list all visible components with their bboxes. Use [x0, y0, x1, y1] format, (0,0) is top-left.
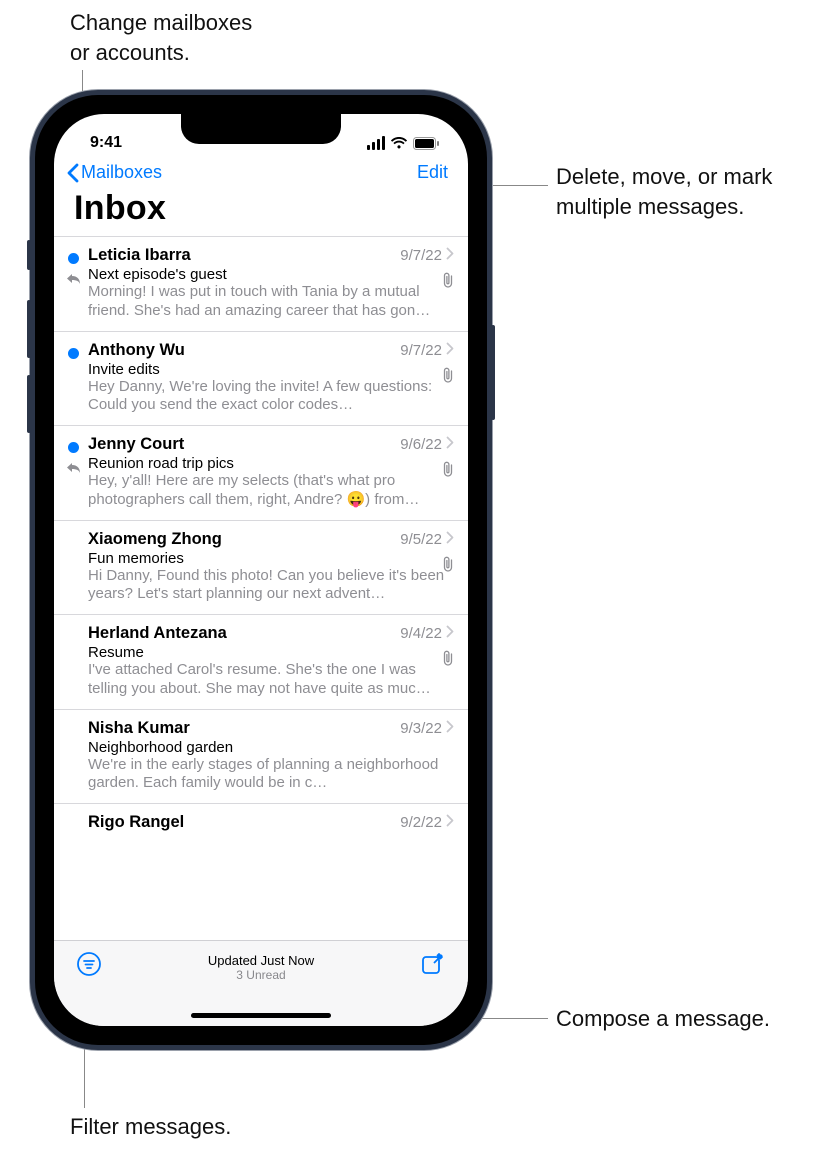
status-time: 9:41: [90, 134, 122, 152]
chevron-right-icon: [446, 814, 454, 831]
toolbar-status: Updated Just Now 3 Unread: [208, 953, 314, 982]
unread-count: 3 Unread: [236, 968, 285, 982]
attachment-icon: [442, 650, 454, 671]
subject: Fun memories: [88, 550, 454, 567]
chevron-right-icon: [446, 247, 454, 264]
subject: Next episode's guest: [88, 266, 454, 283]
message-row[interactable]: Jenny Court 9/6/22 Reunion road trip picsH…: [54, 426, 468, 521]
mailboxes-back-button[interactable]: Mailboxes: [66, 162, 162, 183]
message-row[interactable]: Leticia Ibarra 9/7/22 Next episode's guest…: [54, 237, 468, 332]
sender: Anthony Wu: [88, 341, 185, 360]
attachment-icon: [442, 367, 454, 388]
preview: Hey Danny, We're loving the invite! A fe…: [88, 378, 454, 416]
unread-dot-icon: [68, 253, 79, 264]
date: 9/4/22: [400, 625, 442, 642]
reply-icon: [66, 272, 81, 290]
date: 9/3/22: [400, 720, 442, 737]
callout-mailboxes: Change mailboxes or accounts.: [70, 8, 252, 67]
unread-dot-icon: [68, 348, 79, 359]
phone-frame: 9:41 Mailboxes Edit Inbox: [30, 90, 492, 1050]
sender: Leticia Ibarra: [88, 246, 191, 265]
callout-filter: Filter messages.: [70, 1112, 231, 1142]
sender: Rigo Rangel: [88, 813, 184, 832]
reply-icon: [66, 461, 81, 479]
chevron-left-icon: [66, 163, 79, 183]
unread-dot-icon: [68, 442, 79, 453]
callout-edit: Delete, move, or mark multiple messages.: [556, 162, 772, 221]
sender: Jenny Court: [88, 435, 184, 454]
battery-icon: [413, 137, 440, 150]
preview: We're in the early stages of planning a …: [88, 756, 454, 794]
screen: 9:41 Mailboxes Edit Inbox: [54, 114, 468, 1026]
preview: Hi Danny, Found this photo! Can you beli…: [88, 567, 454, 605]
bottom-toolbar: Updated Just Now 3 Unread: [54, 940, 468, 1026]
date: 9/5/22: [400, 531, 442, 548]
preview: I've attached Carol's resume. She's the …: [88, 661, 454, 699]
message-row[interactable]: Herland Antezana 9/4/22 ResumeI've attache…: [54, 615, 468, 710]
wifi-icon: [390, 136, 408, 150]
subject: Resume: [88, 644, 454, 661]
date: 9/2/22: [400, 814, 442, 831]
chevron-right-icon: [446, 436, 454, 453]
message-row[interactable]: Xiaomeng Zhong 9/5/22 Fun memoriesHi Danny…: [54, 521, 468, 616]
chevron-right-icon: [446, 720, 454, 737]
filter-button[interactable]: [76, 951, 102, 977]
sender: Herland Antezana: [88, 624, 227, 643]
preview: Morning! I was put in touch with Tania b…: [88, 283, 454, 321]
message-list[interactable]: Leticia Ibarra 9/7/22 Next episode's guest…: [54, 236, 468, 834]
edit-button[interactable]: Edit: [417, 162, 448, 183]
cellular-icon: [367, 136, 385, 150]
page-title: Inbox: [54, 187, 468, 236]
notch: [181, 114, 341, 144]
chevron-right-icon: [446, 625, 454, 642]
attachment-icon: [442, 556, 454, 577]
compose-button[interactable]: [420, 951, 446, 977]
message-row[interactable]: Nisha Kumar 9/3/22 Neighborhood gardenWe'r…: [54, 710, 468, 805]
message-row[interactable]: Rigo Rangel 9/2/22: [54, 804, 468, 834]
back-label: Mailboxes: [81, 162, 162, 183]
attachment-icon: [442, 272, 454, 293]
updated-label: Updated Just Now: [208, 953, 314, 968]
sender: Xiaomeng Zhong: [88, 530, 222, 549]
date: 9/7/22: [400, 342, 442, 359]
message-row[interactable]: Anthony Wu 9/7/22 Invite editsHey Danny, W…: [54, 332, 468, 427]
sender: Nisha Kumar: [88, 719, 190, 738]
chevron-right-icon: [446, 342, 454, 359]
date: 9/7/22: [400, 247, 442, 264]
filter-icon: [76, 951, 102, 977]
compose-icon: [420, 951, 446, 977]
callout-compose: Compose a message.: [556, 1004, 770, 1034]
subject: Invite edits: [88, 361, 454, 378]
preview: Hey, y'all! Here are my selects (that's …: [88, 472, 454, 510]
chevron-right-icon: [446, 531, 454, 548]
subject: Reunion road trip pics: [88, 455, 454, 472]
home-indicator: [191, 1013, 331, 1018]
subject: Neighborhood garden: [88, 739, 454, 756]
date: 9/6/22: [400, 436, 442, 453]
attachment-icon: [442, 461, 454, 482]
